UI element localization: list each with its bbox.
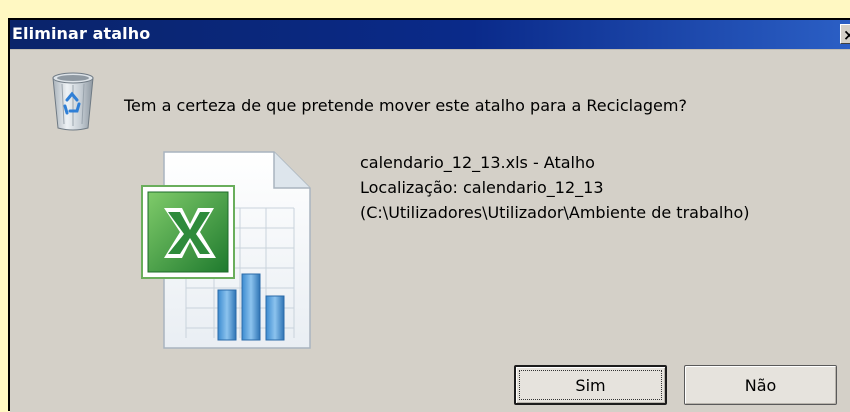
file-location: Localização: calendario_12_13 <box>360 178 604 197</box>
file-path: (C:\Utilizadores\Utilizador\Ambiente de … <box>360 203 750 222</box>
delete-shortcut-dialog: Eliminar atalho × Tem a certeza de que p… <box>8 18 850 412</box>
excel-file-icon <box>141 151 311 349</box>
yes-button[interactable]: Sim <box>514 365 667 405</box>
dialog-title: Eliminar atalho <box>12 24 151 43</box>
dialog-content: Tem a certeza de que pretende mover este… <box>10 49 850 412</box>
no-button-label: Não <box>744 375 777 395</box>
title-bar[interactable]: Eliminar atalho × <box>10 20 850 49</box>
file-info: calendario_12_13.xls - Atalho Localizaçã… <box>360 150 750 225</box>
file-name: calendario_12_13.xls - Atalho <box>360 153 595 172</box>
confirmation-question: Tem a certeza de que pretende mover este… <box>124 96 687 115</box>
recycle-bin-icon <box>52 72 94 131</box>
close-button[interactable]: × <box>840 24 850 44</box>
page-background: Eliminar atalho × Tem a certeza de que p… <box>0 0 850 412</box>
no-button[interactable]: Não <box>684 365 837 405</box>
focus-ring <box>519 370 662 400</box>
